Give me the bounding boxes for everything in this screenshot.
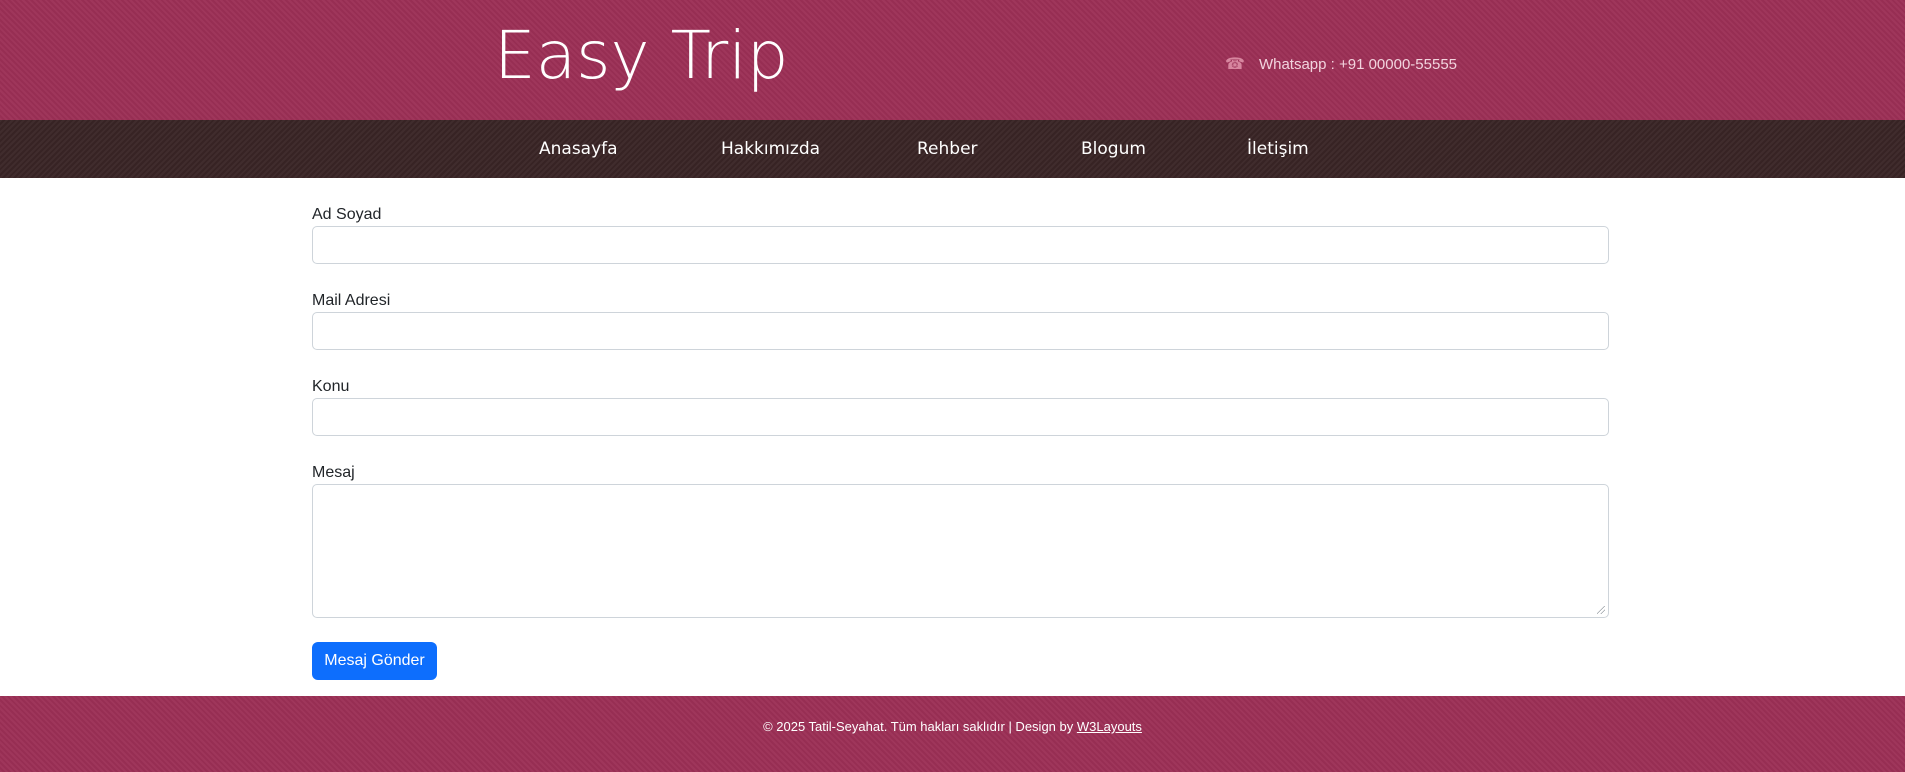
mail-label: Mail Adresi <box>312 292 391 309</box>
footer-copyright: © 2025 Tatil-Seyahat. Tüm hakları saklıd… <box>0 718 1905 736</box>
nav-item-anasayfa[interactable]: Anasayfa <box>539 139 618 159</box>
nav-item-iletisim[interactable]: İletişim <box>1247 139 1309 159</box>
main-nav: Anasayfa Hakkımızda Rehber Blogum İletiş… <box>0 120 1905 178</box>
footer: © 2025 Tatil-Seyahat. Tüm hakları saklıd… <box>0 696 1905 772</box>
footer-text: © 2025 Tatil-Seyahat. Tüm hakları saklıd… <box>763 719 1074 734</box>
whatsapp-text: Whatsapp : +91 00000-55555 <box>1258 56 1458 73</box>
nav-item-hakkimizda[interactable]: Hakkımızda <box>721 139 820 159</box>
name-field[interactable] <box>312 226 1609 264</box>
subject-label: Konu <box>312 378 350 395</box>
site-logo[interactable]: Easy Trip <box>494 16 789 96</box>
message-field[interactable] <box>312 484 1609 618</box>
whatsapp-contact: ☎ Whatsapp : +91 00000-55555 <box>1225 56 1457 73</box>
nav-item-blogum[interactable]: Blogum <box>1081 139 1146 159</box>
send-message-button[interactable]: Mesaj Gönder <box>312 642 437 680</box>
name-label: Ad Soyad <box>312 206 382 223</box>
message-label: Mesaj <box>312 464 355 481</box>
phone-icon: ☎ <box>1225 55 1245 73</box>
header: Easy Trip ☎ Whatsapp : +91 00000-55555 <box>0 0 1905 120</box>
nav-item-rehber[interactable]: Rehber <box>917 139 978 159</box>
footer-link-w3layouts[interactable]: W3Layouts <box>1077 719 1142 734</box>
subject-field[interactable] <box>312 398 1609 436</box>
mail-field[interactable] <box>312 312 1609 350</box>
resize-grip-icon[interactable] <box>1597 606 1605 614</box>
